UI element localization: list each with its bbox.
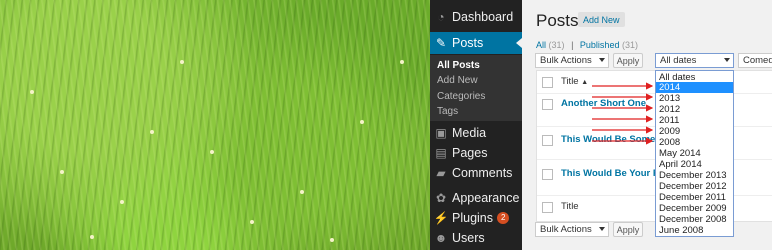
annotation-arrows	[592, 82, 654, 145]
filter-published[interactable]: Published	[580, 40, 620, 50]
filter-all-count: (31)	[548, 40, 565, 50]
filter-published-count: (31)	[621, 40, 638, 50]
date-option[interactable]: 2013	[659, 93, 680, 104]
sidebar-item-pages[interactable]: ▤ Pages	[430, 142, 522, 164]
posts-submenu: All Posts Add New Categories Tags	[430, 55, 522, 121]
sidebar-item-dashboard[interactable]: ◔ Dashboard	[430, 6, 522, 28]
date-option[interactable]: 2011	[659, 115, 679, 126]
date-filter-label: All dates	[660, 55, 697, 66]
dashboard-icon: ◔	[437, 10, 445, 24]
sidebar-item-media[interactable]: ▣ Media	[430, 122, 522, 144]
submenu-all-posts[interactable]: All Posts	[437, 60, 480, 71]
date-filter-dropdown-list: All dates 2014 2013 2012 2011 2009 2008 …	[655, 70, 734, 237]
sidebar-item-label: Posts	[452, 36, 484, 50]
date-option[interactable]: December 2008	[659, 214, 727, 225]
date-option[interactable]: June 2008	[659, 225, 703, 236]
date-option[interactable]: December 2013	[659, 170, 727, 181]
sidebar-item-posts[interactable]: ✎ Posts	[430, 32, 522, 54]
date-option[interactable]: May 2014	[659, 148, 701, 159]
column-title-label: Title	[561, 76, 579, 87]
submenu-add-new[interactable]: Add New	[437, 75, 478, 86]
sidebar-item-label: Pages	[452, 146, 488, 160]
grass-background-image	[0, 0, 430, 250]
date-option[interactable]: 2009	[659, 126, 680, 137]
apply-button-bottom[interactable]: Apply	[613, 222, 643, 237]
date-option[interactable]: December 2012	[659, 181, 727, 192]
media-icon: ▣	[435, 126, 447, 140]
column-header-title[interactable]: Title ▲	[561, 76, 588, 87]
row-checkbox[interactable]	[542, 99, 553, 110]
category-filter-label: Comedy	[743, 55, 772, 66]
add-new-button[interactable]: Add New	[578, 12, 625, 27]
sidebar-item-comments[interactable]: ▰ Comments	[430, 162, 522, 184]
post-status-filters: All (31) | Published (31)	[536, 40, 638, 50]
bulk-actions-select-top[interactable]: Bulk Actions	[535, 53, 609, 68]
pin-icon: ✎	[435, 36, 447, 50]
admin-sidebar: ◔ Dashboard ✎ Posts All Posts Add New Ca…	[430, 0, 522, 250]
sidebar-item-label: Comments	[452, 166, 513, 180]
sidebar-item-label: Dashboard	[452, 10, 514, 24]
chevron-down-icon	[599, 227, 605, 231]
bulk-actions-label: Bulk Actions	[540, 224, 592, 235]
sidebar-item-appearance[interactable]: ✿ Appearance	[430, 187, 522, 209]
sidebar-item-label: Appearance	[452, 191, 520, 205]
sort-arrow-icon: ▲	[581, 79, 589, 86]
submenu-tags[interactable]: Tags	[437, 106, 458, 117]
sidebar-item-label: Users	[452, 231, 485, 245]
comments-icon: ▰	[436, 166, 446, 180]
date-option[interactable]: December 2011	[659, 192, 726, 203]
select-all-checkbox[interactable]	[542, 77, 553, 88]
row-checkbox[interactable]	[542, 169, 553, 180]
plugins-update-badge: 2	[497, 212, 510, 224]
column-footer-title[interactable]: Title	[561, 201, 579, 212]
sidebar-item-label: Plugins	[452, 211, 493, 225]
page-title: Posts	[536, 11, 579, 30]
bulk-actions-label: Bulk Actions	[540, 55, 592, 66]
date-option[interactable]: 2012	[659, 104, 680, 115]
select-all-checkbox-footer[interactable]	[542, 202, 553, 213]
filter-separator: |	[571, 40, 574, 50]
date-option[interactable]: April 2014	[659, 159, 702, 170]
bulk-actions-select-bottom[interactable]: Bulk Actions	[535, 222, 609, 237]
date-filter-select[interactable]: All dates	[655, 53, 734, 68]
pages-icon: ▤	[435, 146, 447, 160]
sidebar-item-label: Media	[452, 126, 487, 140]
category-filter-select[interactable]: Comedy	[738, 53, 772, 68]
submenu-categories[interactable]: Categories	[437, 91, 485, 102]
chevron-down-icon	[724, 58, 730, 62]
sidebar-item-plugins[interactable]: ⚡ Plugins 2	[430, 207, 522, 229]
date-option-selected[interactable]: 2014	[656, 82, 733, 93]
appearance-icon: ✿	[435, 191, 447, 205]
users-icon: ☻	[434, 231, 448, 245]
filter-all[interactable]: All	[536, 40, 546, 50]
sidebar-item-users[interactable]: ☻ Users	[430, 227, 522, 249]
chevron-down-icon	[599, 58, 605, 62]
row-checkbox[interactable]	[542, 135, 553, 146]
apply-button-top[interactable]: Apply	[613, 53, 643, 68]
date-option[interactable]: 2008	[659, 137, 680, 148]
plugins-icon: ⚡	[433, 211, 449, 225]
date-option[interactable]: December 2009	[659, 203, 727, 214]
